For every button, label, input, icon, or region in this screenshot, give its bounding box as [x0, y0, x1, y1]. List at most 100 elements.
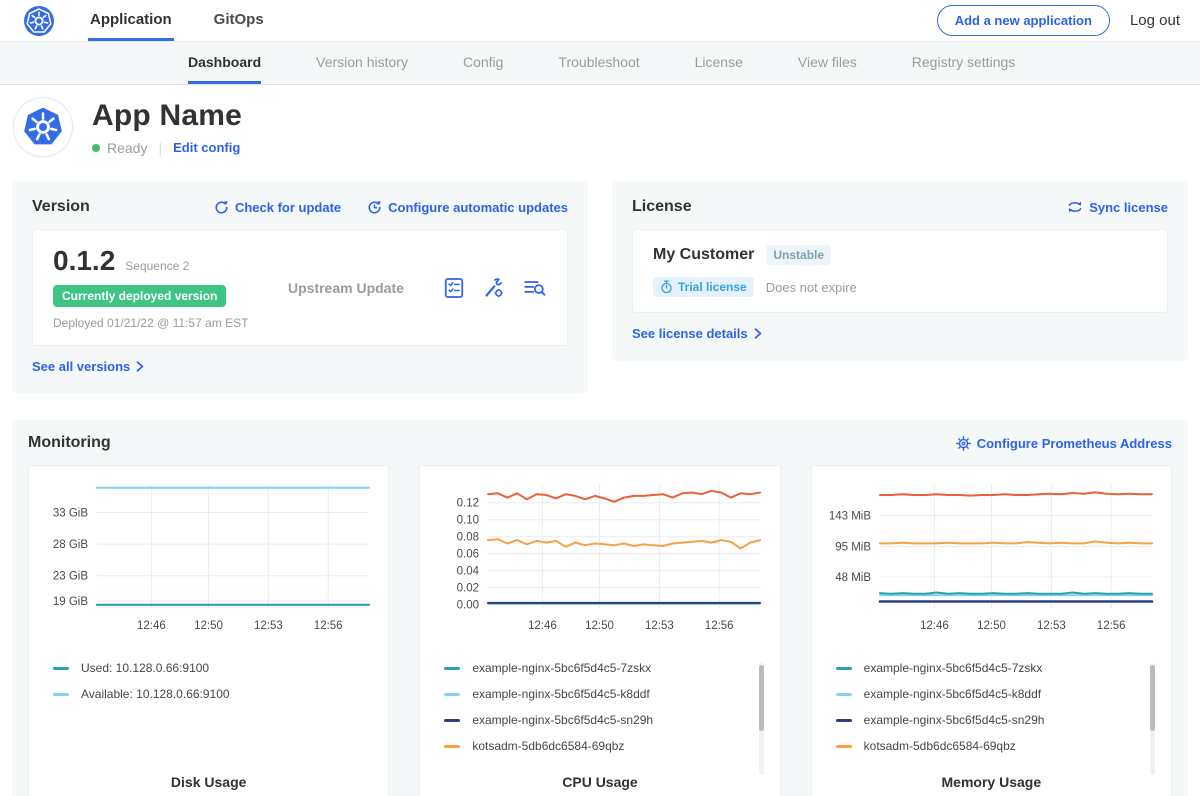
stopwatch-icon — [660, 280, 673, 294]
logout-button[interactable]: Log out — [1130, 12, 1180, 29]
legend-scrollbar — [759, 663, 764, 775]
status-ready-dot — [92, 144, 100, 152]
legend-item: Available: 10.128.0.66:9100 — [53, 687, 378, 701]
tab-license[interactable]: License — [695, 42, 743, 84]
page-title: App Name — [92, 99, 242, 133]
legend-label: example-nginx-5bc6f5d4c5-k8ddf — [472, 687, 649, 701]
monitoring-section: Monitoring Configure Prometheus Address … — [12, 420, 1188, 796]
svg-text:12:46: 12:46 — [528, 620, 557, 632]
status-label: Ready — [107, 140, 147, 156]
tab-dashboard[interactable]: Dashboard — [188, 42, 261, 84]
legend-color-dash — [444, 719, 460, 722]
legend-label: example-nginx-5bc6f5d4c5-k8ddf — [864, 687, 1041, 701]
legend-color-dash — [836, 719, 852, 722]
version-sequence: Sequence 2 — [125, 259, 189, 273]
view-logs-icon[interactable] — [523, 277, 547, 299]
legend-item: example-nginx-5bc6f5d4c5-7zskx — [444, 661, 769, 675]
legend-item: example-nginx-5bc6f5d4c5-k8ddf — [444, 687, 769, 701]
edit-config-link[interactable]: Edit config — [173, 140, 240, 155]
sync-icon — [1067, 200, 1083, 214]
license-expiry: Does not expire — [766, 280, 857, 295]
schedule-update-icon — [367, 200, 382, 215]
legend-color-dash — [444, 667, 460, 670]
legend-color-dash — [444, 693, 460, 696]
svg-text:143 MiB: 143 MiB — [828, 511, 871, 523]
svg-text:12:50: 12:50 — [585, 620, 614, 632]
configure-automatic-updates-link[interactable]: Configure automatic updates — [367, 200, 568, 215]
legend-label: Available: 10.128.0.66:9100 — [81, 687, 230, 701]
legend-label: kotsadm-5db6dc6584-69qbz — [472, 739, 624, 753]
disk-usage-chart-card: 19 GiB23 GiB28 GiB33 GiB12:4612:5012:531… — [28, 465, 389, 796]
chart-title: CPU Usage — [430, 774, 769, 794]
svg-text:0.00: 0.00 — [457, 600, 479, 612]
tab-config[interactable]: Config — [463, 42, 503, 84]
svg-text:23 GiB: 23 GiB — [53, 571, 88, 583]
app-kubernetes-icon — [14, 98, 72, 156]
legend-scrollbar-thumb[interactable] — [759, 665, 764, 731]
chevron-right-icon — [136, 361, 144, 372]
tab-registry-settings[interactable]: Registry settings — [912, 42, 1015, 84]
gear-icon — [956, 436, 971, 451]
chart-title: Memory Usage — [822, 774, 1161, 794]
svg-text:12:46: 12:46 — [920, 620, 949, 632]
deployed-timestamp: Deployed 01/21/22 @ 11:57 am EST — [53, 316, 288, 330]
app-header: App Name Ready | Edit config — [0, 85, 1200, 171]
version-source-label: Upstream Update — [288, 280, 404, 296]
tab-version-history[interactable]: Version history — [316, 42, 408, 84]
svg-text:0.06: 0.06 — [457, 549, 479, 561]
version-number: 0.1.2 — [53, 245, 115, 277]
configure-prometheus-link[interactable]: Configure Prometheus Address — [956, 436, 1172, 451]
chart-title: Disk Usage — [39, 774, 378, 794]
memory-usage-chart-card: 48 MiB95 MiB143 MiB12:4612:5012:5312:56 … — [811, 465, 1172, 796]
svg-text:28 GiB: 28 GiB — [53, 539, 88, 551]
legend-scrollbar — [1150, 663, 1155, 775]
add-application-button[interactable]: Add a new application — [937, 5, 1110, 36]
cpu-usage-legend: example-nginx-5bc6f5d4c5-7zskx example-ng… — [444, 661, 769, 753]
trial-license-badge: Trial license — [653, 277, 754, 297]
legend-item: example-nginx-5bc6f5d4c5-sn29h — [836, 713, 1161, 727]
sync-license-link[interactable]: Sync license — [1067, 200, 1168, 215]
svg-text:12:53: 12:53 — [254, 620, 283, 632]
svg-text:0.04: 0.04 — [457, 566, 480, 578]
check-for-update-link[interactable]: Check for update — [214, 200, 341, 215]
disk-usage-chart: 19 GiB23 GiB28 GiB33 GiB12:4612:5012:531… — [39, 476, 378, 649]
svg-text:95 MiB: 95 MiB — [835, 542, 871, 554]
legend-label: example-nginx-5bc6f5d4c5-sn29h — [472, 713, 653, 727]
tab-troubleshoot[interactable]: Troubleshoot — [558, 42, 639, 84]
top-nav: Application GitOps Add a new application… — [0, 0, 1200, 42]
license-card-title: License — [632, 198, 692, 216]
legend-item: kotsadm-5db6dc6584-69qbz — [444, 739, 769, 753]
version-card: Version Check for update Configure autom… — [12, 181, 588, 394]
svg-text:0.02: 0.02 — [457, 583, 479, 595]
svg-text:19 GiB: 19 GiB — [53, 596, 88, 608]
svg-text:0.10: 0.10 — [457, 515, 479, 527]
tab-application[interactable]: Application — [88, 0, 174, 41]
svg-text:33 GiB: 33 GiB — [53, 508, 88, 520]
edit-config-icon[interactable] — [483, 277, 505, 299]
see-all-versions-link[interactable]: See all versions — [32, 359, 144, 374]
legend-label: example-nginx-5bc6f5d4c5-7zskx — [864, 661, 1043, 675]
svg-text:12:56: 12:56 — [314, 620, 343, 632]
memory-usage-chart: 48 MiB95 MiB143 MiB12:4612:5012:5312:56 — [822, 476, 1161, 649]
tab-gitops[interactable]: GitOps — [212, 0, 266, 41]
see-license-details-link[interactable]: See license details — [632, 326, 762, 341]
currently-deployed-badge: Currently deployed version — [53, 285, 226, 307]
legend-label: kotsadm-5db6dc6584-69qbz — [864, 739, 1016, 753]
kubernetes-logo-icon — [24, 0, 54, 41]
cpu-usage-chart-card: 0.000.020.040.060.080.100.1212:4612:5012… — [419, 465, 780, 796]
cpu-usage-chart: 0.000.020.040.060.080.100.1212:4612:5012… — [430, 476, 769, 649]
disk-usage-legend: Used: 10.128.0.66:9100Available: 10.128.… — [53, 661, 378, 701]
legend-color-dash — [836, 745, 852, 748]
tab-view-files[interactable]: View files — [798, 42, 857, 84]
legend-color-dash — [53, 693, 69, 696]
legend-item: example-nginx-5bc6f5d4c5-sn29h — [444, 713, 769, 727]
legend-color-dash — [836, 667, 852, 670]
svg-text:12:50: 12:50 — [194, 620, 223, 632]
preflight-checks-icon[interactable] — [443, 277, 465, 299]
legend-label: example-nginx-5bc6f5d4c5-sn29h — [864, 713, 1045, 727]
divider: | — [158, 140, 162, 156]
svg-text:12:50: 12:50 — [977, 620, 1006, 632]
svg-text:48 MiB: 48 MiB — [835, 572, 871, 584]
top-nav-tabs: Application GitOps — [88, 0, 266, 41]
legend-scrollbar-thumb[interactable] — [1150, 665, 1155, 731]
